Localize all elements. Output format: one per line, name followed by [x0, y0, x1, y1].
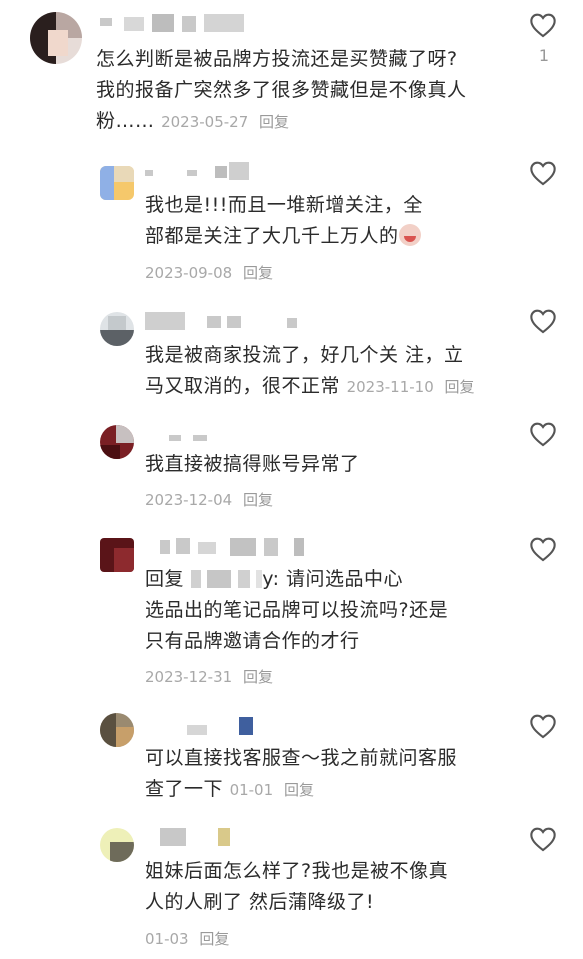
like-count: 1 [538, 46, 549, 65]
like-button[interactable] [529, 160, 557, 186]
avatar[interactable] [100, 713, 134, 747]
comment-meta: 2023-11-10 回复 [347, 378, 475, 396]
comment-item: 怎么判断是被品牌方投流还是买赞藏了呀? 我的报备广突然多了很多赞藏但是不像真人 … [0, 0, 583, 150]
comment-meta: 2023-09-08 回复 [145, 262, 273, 283]
comment-text: 我也是!!!而且一堆新增关注，全 部都是关注了大几千上万人的 [145, 190, 525, 252]
reply-button[interactable]: 回复 [243, 491, 273, 509]
username-blurred[interactable] [160, 538, 320, 560]
username-blurred[interactable] [160, 828, 260, 850]
like-button[interactable] [529, 421, 557, 447]
comment-text-line: 选品出的笔记品牌可以投流吗?还是 [145, 599, 449, 621]
heart-outline-icon [530, 309, 556, 334]
reply-button[interactable]: 回复 [445, 378, 475, 396]
avatar[interactable] [100, 312, 134, 346]
comment-text: 回复 y: 请问选品中心 选品出的笔记品牌可以投流吗?还是 只有品牌邀请合作的才… [145, 564, 525, 657]
reply-button[interactable]: 回复 [199, 930, 229, 948]
reply-button[interactable]: 回复 [259, 113, 289, 131]
comment-text: 怎么判断是被品牌方投流还是买赞藏了呀? 我的报备广突然多了很多赞藏但是不像真人 … [96, 44, 536, 138]
comment-date: 2023-12-04 [145, 491, 233, 509]
comment-text-line: 我直接被搞得账号异常了 [145, 453, 360, 475]
comment-text-fragment: 部都是关注了大几千上万人的 [145, 225, 399, 247]
comment-item: 姐妹后面怎么样了?我也是被不像真 人的人刷了 然后蒲降级了! 01-03 回复 [0, 820, 583, 959]
username-blurred[interactable] [145, 717, 275, 739]
heart-outline-icon [530, 422, 556, 447]
like-button[interactable] [529, 308, 557, 334]
comment-item: 可以直接找客服查～我之前就问客服 查了一下 01-01 回复 [0, 705, 583, 820]
username-blurred[interactable] [145, 429, 255, 451]
like-button[interactable] [529, 826, 557, 852]
comment-item: 回复 y: 请问选品中心 选品出的笔记品牌可以投流吗?还是 只有品牌邀请合作的才… [0, 530, 583, 705]
avatar[interactable] [30, 12, 82, 64]
comment-text-line: 只有品牌邀请合作的才行 [145, 630, 360, 652]
username-blurred[interactable] [100, 14, 250, 36]
heart-outline-icon [530, 714, 556, 739]
reply-button[interactable]: 回复 [243, 264, 273, 282]
username-blurred[interactable] [145, 162, 255, 184]
comment-text-fragment: 粉…… [96, 110, 155, 132]
comment-text-line: 马又取消的，很不正常 2023-11-10 回复 [145, 371, 525, 403]
comment-text-line: 可以直接找客服查～我之前就问客服 [145, 747, 458, 769]
heart-outline-icon [530, 827, 556, 852]
comment-date: 2023-12-31 [145, 668, 233, 686]
heart-outline-icon [530, 13, 556, 38]
comment-text: 我直接被搞得账号异常了 [145, 449, 525, 480]
comment-text-line: 我的报备广突然多了很多赞藏但是不像真人 [96, 79, 467, 101]
comment-date: 2023-11-10 [346, 378, 434, 396]
comment-text-line: 查了一下 01-01 回复 [145, 774, 525, 806]
comment-meta: 01-01 回复 [230, 781, 314, 799]
comment-item: 我也是!!!而且一堆新增关注，全 部都是关注了大几千上万人的 2023-09-0… [0, 150, 583, 300]
comment-meta: 2023-12-04 回复 [145, 489, 273, 510]
comment-item: 我是被商家投流了，好几个关 注，立 马又取消的，很不正常 2023-11-10 … [0, 300, 583, 415]
comment-text: 我是被商家投流了，好几个关 注，立 马又取消的，很不正常 2023-11-10 … [145, 340, 525, 403]
crying-face-emoji [398, 224, 421, 246]
comment-text-line: 我是被商家投流了，好几个关 注，立 [145, 344, 464, 366]
comment-item: 我直接被搞得账号异常了 2023-12-04 回复 [0, 415, 583, 530]
comment-text: 可以直接找客服查～我之前就问客服 查了一下 01-01 回复 [145, 743, 525, 806]
comment-text: 姐妹后面怎么样了?我也是被不像真 人的人刷了 然后蒲降级了! [145, 856, 525, 918]
avatar[interactable] [100, 538, 134, 572]
comment-meta: 2023-05-27 回复 [161, 113, 289, 131]
username-blurred[interactable] [145, 312, 305, 334]
comment-text-line: 姐妹后面怎么样了?我也是被不像真 [145, 860, 449, 882]
like-button[interactable] [529, 12, 557, 38]
comment-date: 01-01 [229, 781, 274, 799]
comment-meta: 2023-12-31 回复 [145, 666, 273, 687]
comment-text-line: 我也是!!!而且一堆新增关注，全 [145, 194, 423, 216]
reply-button[interactable]: 回复 [243, 668, 273, 686]
like-button[interactable] [529, 713, 557, 739]
heart-outline-icon [530, 537, 556, 562]
comment-meta: 01-03 回复 [145, 928, 229, 949]
comment-text-fragment: 马又取消的，很不正常 [145, 375, 341, 397]
comment-text-line: 粉…… 2023-05-27 回复 [96, 106, 536, 138]
comment-date: 01-03 [145, 930, 189, 948]
mention-username-blurred[interactable] [190, 568, 263, 590]
avatar[interactable] [100, 166, 134, 200]
avatar[interactable] [100, 828, 134, 862]
reply-button[interactable]: 回复 [284, 781, 314, 799]
like-button[interactable] [529, 536, 557, 562]
comment-text-fragment: 请问选品中心 [286, 568, 404, 590]
heart-outline-icon [530, 161, 556, 186]
comment-date: 2023-09-08 [145, 264, 233, 282]
reply-prefix: 回复 [145, 568, 185, 590]
comment-text-line: 人的人刷了 然后蒲降级了! [145, 891, 375, 913]
comment-date: 2023-05-27 [161, 113, 249, 131]
comment-text-line: 回复 y: 请问选品中心 [145, 564, 525, 595]
comment-text-line: 怎么判断是被品牌方投流还是买赞藏了呀? [96, 48, 458, 70]
comment-text-fragment: 查了一下 [145, 778, 224, 800]
avatar[interactable] [100, 425, 134, 459]
mention-tail: y: [262, 568, 280, 590]
comment-text-line: 部都是关注了大几千上万人的 [145, 221, 525, 252]
